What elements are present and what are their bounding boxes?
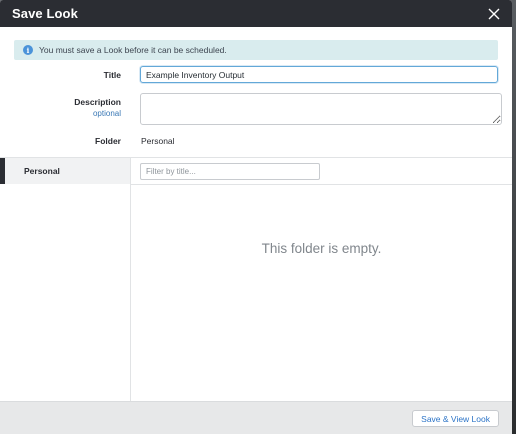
folder-nav-item-label: Personal bbox=[24, 166, 60, 176]
title-label: Title bbox=[103, 70, 121, 80]
empty-folder-message: This folder is empty. bbox=[261, 241, 382, 256]
filter-bar bbox=[131, 158, 512, 185]
dialog-header: Save Look bbox=[0, 0, 512, 27]
folder-nav: Personal bbox=[0, 158, 131, 402]
info-notice: i You must save a Look before it can be … bbox=[14, 40, 498, 60]
folder-content: This folder is empty. bbox=[131, 158, 512, 402]
notice-text: You must save a Look before it can be sc… bbox=[39, 45, 227, 55]
info-icon: i bbox=[23, 45, 33, 55]
dialog-title: Save Look bbox=[12, 6, 78, 21]
description-label: Description bbox=[74, 97, 121, 107]
close-icon[interactable] bbox=[486, 6, 502, 22]
description-textarea[interactable] bbox=[140, 93, 502, 125]
description-optional-label: optional bbox=[92, 109, 121, 118]
folder-value: Personal bbox=[141, 136, 175, 146]
dialog-footer: Save & View Look bbox=[0, 401, 512, 434]
save-look-dialog: Save Look i You must save a Look before … bbox=[0, 0, 512, 434]
folder-nav-item-personal[interactable]: Personal bbox=[0, 158, 130, 184]
save-and-view-button[interactable]: Save & View Look bbox=[412, 410, 499, 427]
filter-input[interactable] bbox=[140, 162, 320, 180]
folder-browser: Personal This folder is empty. bbox=[0, 157, 512, 402]
title-input[interactable] bbox=[140, 66, 498, 83]
folder-label: Folder bbox=[95, 136, 121, 146]
